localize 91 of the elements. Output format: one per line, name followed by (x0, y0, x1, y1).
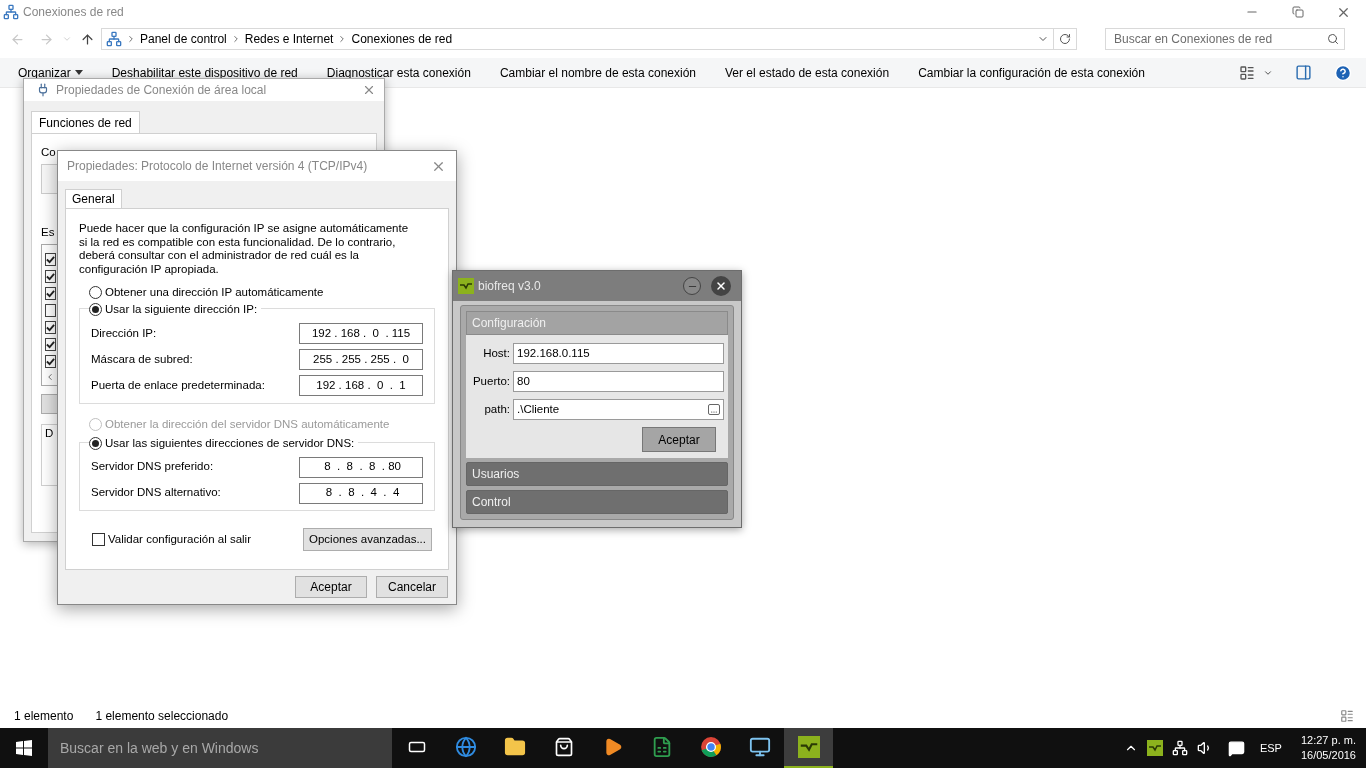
command-button[interactable]: Cambiar la configuración de esta conexión (918, 63, 1145, 82)
ip-address-field[interactable]: 8 . 8 . 4 . 4 (299, 482, 423, 504)
circle-icon[interactable] (699, 736, 722, 758)
description-text: Puede hacer que la configuración IP se asigne automáticamente si la red es compatible con esta funcionalidad. De lo contrario, deberá consultar con el administrador de red cuál es la configuración IP apropiada. (79, 222, 410, 276)
window-title: Conexiones de red (23, 4, 124, 21)
plug-icon (36, 83, 50, 97)
shopping-bag-icon[interactable] (553, 737, 574, 757)
minimize-button[interactable] (683, 277, 701, 295)
text-field[interactable]: .\Cliente (513, 399, 724, 420)
breadcrumb-item[interactable]: Conexiones de red (351, 30, 453, 48)
command-button[interactable]: Deshabilitar este dispositivo de red (111, 63, 298, 82)
radio-button[interactable] (89, 286, 102, 300)
dialog-title: Propiedades: Protocolo de Internet versión 4 (TCP/IPv4) (67, 158, 368, 175)
ellipsis-icon[interactable] (708, 404, 720, 415)
language-indicator[interactable]: ESP (1259, 739, 1282, 757)
app-title: biofreq v3.0 (478, 278, 541, 295)
radio-label: Usar las siguientes direcciones de servidor DNS: (105, 435, 355, 451)
field-label: Servidor DNS preferido: (91, 459, 214, 475)
close-button[interactable] (711, 276, 731, 296)
close-icon[interactable] (362, 83, 376, 97)
ip-address-field[interactable]: 192 . 168 . 0 . 1 (299, 375, 423, 396)
radio-button[interactable] (89, 303, 102, 317)
checkbox-label: Validar configuración al salir (108, 531, 251, 547)
field-label: path: (483, 401, 510, 417)
field-label: Dirección IP: (91, 325, 157, 341)
ip-address-field[interactable]: 255 . 255 . 255 . 0 (299, 349, 423, 370)
checkbox[interactable] (45, 269, 56, 283)
notifications-icon[interactable] (1227, 739, 1245, 757)
refresh-icon[interactable] (1059, 33, 1071, 45)
address-bar[interactable]: Panel de control Redes e Internet Conexiones de red (101, 28, 1077, 50)
network-icon[interactable] (1171, 740, 1188, 756)
status-text: 1 elemento (14, 708, 74, 725)
search-icon (1327, 33, 1339, 45)
monitor-icon[interactable] (748, 736, 771, 758)
section-header[interactable]: Usuarios (466, 462, 728, 486)
checkbox[interactable] (45, 252, 56, 266)
wave-icon (458, 278, 474, 294)
globe-icon[interactable] (454, 736, 477, 758)
scroll-left-icon[interactable] (45, 371, 55, 382)
ip-address-field[interactable]: 8 . 8 . 8 . 80 (299, 456, 423, 478)
text-field[interactable]: 192.168.0.115 (513, 343, 724, 364)
accept-button[interactable]: Aceptar (642, 427, 716, 452)
radio-label: Obtener la dirección del servidor DNS automáticamente (105, 416, 390, 432)
command-button[interactable]: Diagnosticar esta conexión (326, 63, 471, 82)
command-button[interactable]: Cambiar el nombre de esta conexión (499, 63, 696, 82)
checkbox[interactable] (92, 533, 105, 546)
partial-label: Co (41, 145, 56, 160)
radio-button[interactable] (89, 436, 102, 450)
partial-label: D (45, 426, 54, 439)
radio-label: Usar la siguiente dirección IP: (105, 302, 258, 318)
tab[interactable]: General (65, 189, 122, 208)
clock[interactable]: 12:27 p. m. 16/05/2016 (1300, 733, 1356, 763)
preview-pane-icon[interactable] (1295, 64, 1312, 81)
search-field[interactable]: Buscar en Conexiones de red (1105, 28, 1345, 50)
command-button[interactable]: Ver el estado de esta conexión (725, 63, 890, 82)
view-options-icon[interactable] (1239, 64, 1255, 81)
field-label: Host: (482, 345, 510, 361)
field-label: Máscara de subred: (91, 351, 193, 367)
wave-icon (797, 736, 820, 758)
breadcrumb-item[interactable]: Redes e Internet (244, 30, 334, 48)
wave-icon (1146, 740, 1163, 756)
field-label: Puerta de enlace predeterminada: (91, 377, 265, 393)
cancel-button[interactable]: Cancelar (376, 576, 448, 598)
folder-icon[interactable] (503, 736, 526, 758)
field-label: Puerto: (471, 373, 510, 389)
checkbox[interactable] (45, 303, 56, 317)
close-icon (715, 280, 727, 292)
partial-label: Es (41, 225, 55, 241)
dialog-title: Propiedades de Conexión de área local (56, 82, 267, 99)
ok-button[interactable]: Aceptar (295, 576, 367, 598)
radio-label: Obtener una dirección IP automáticamente (105, 285, 324, 300)
checkbox[interactable] (45, 354, 56, 368)
help-icon[interactable] (1334, 63, 1352, 82)
search-box[interactable]: Buscar en la web y en Windows (48, 728, 392, 768)
section-header[interactable]: Control (466, 490, 728, 514)
tab[interactable]: Funciones de red (31, 111, 140, 133)
checkbox[interactable] (45, 337, 56, 351)
text-field[interactable]: 80 (513, 371, 724, 392)
status-text: 1 elemento seleccionado (95, 708, 229, 725)
windows-logo-icon (16, 740, 32, 756)
restore-icon[interactable] (1292, 6, 1304, 18)
separator-icon (126, 34, 136, 44)
network-icon (3, 4, 19, 20)
details-view-icon[interactable] (1340, 709, 1354, 723)
advanced-options-button[interactable]: Opciones avanzadas... (303, 528, 432, 551)
ip-address-field[interactable]: 192 . 168 . 0 . 115 (299, 323, 423, 344)
breadcrumb-item[interactable]: Panel de control (140, 30, 227, 48)
checkbox[interactable] (45, 320, 56, 334)
checkbox[interactable] (45, 286, 56, 300)
network-icon (106, 31, 122, 47)
field-label: Servidor DNS alternativo: (91, 485, 221, 501)
